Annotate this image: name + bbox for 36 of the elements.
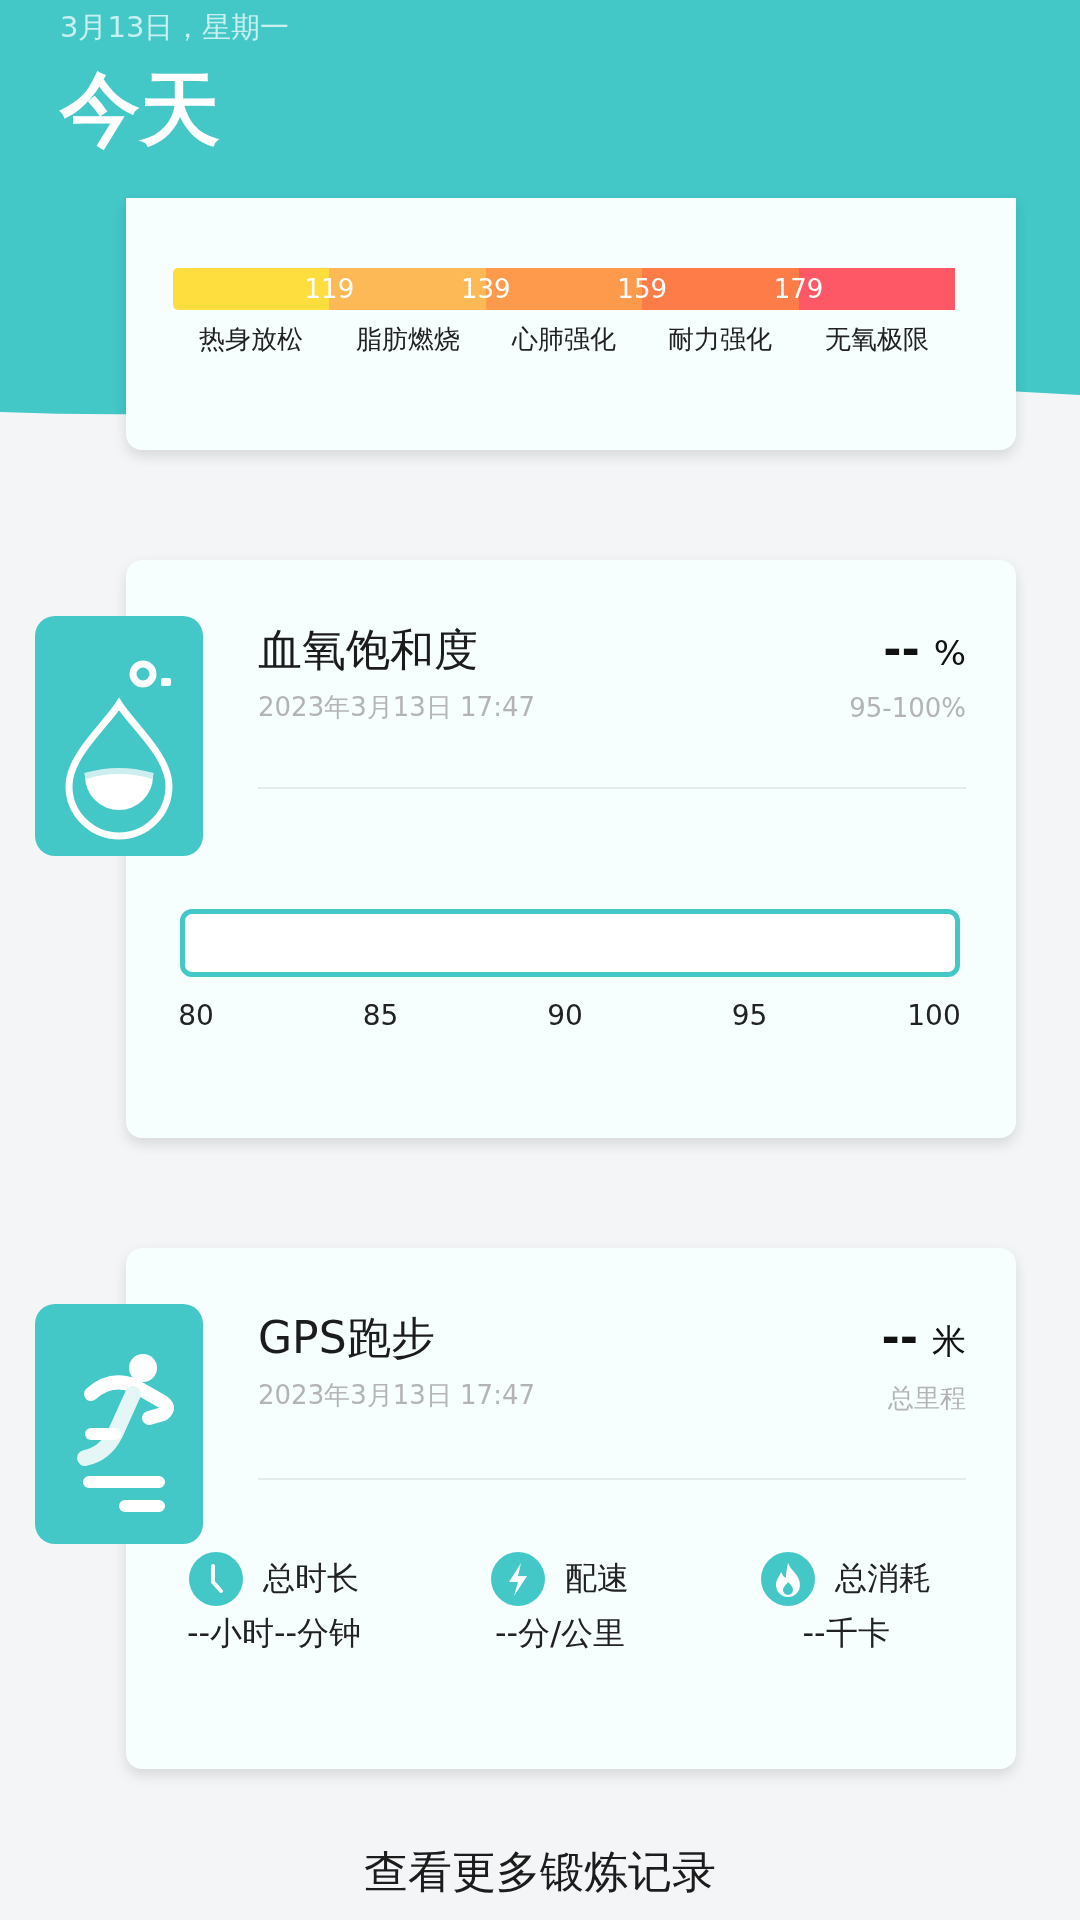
clock-icon [189, 1552, 243, 1606]
threshold-value: 139 [461, 273, 511, 305]
zone-label: 心肺强化 [512, 323, 616, 356]
reading-caption: 总里程 [888, 1382, 966, 1415]
zone-label: 脂肪燃烧 [355, 323, 460, 356]
threshold-value: 119 [304, 273, 355, 305]
scale-label: 85 [361, 999, 400, 1032]
scale-label: 80 [177, 999, 215, 1032]
stat-label: 总消耗 [835, 1558, 931, 1599]
threshold-value: 179 [773, 273, 824, 305]
date-label: 3月13日，星期一 [60, 9, 290, 46]
unit-label: 米 [932, 1320, 966, 1363]
zone-label: 热身放松 [199, 323, 304, 356]
stat-value: --千卡 [802, 1613, 890, 1654]
scale-label: 100 [906, 999, 962, 1032]
timestamp-label: 2023年3月13日 17:47 [258, 691, 535, 724]
more-records-link[interactable]: 查看更多锻炼记录 [364, 1843, 716, 1902]
stat-value: --分/公里 [495, 1613, 625, 1654]
page-title: 今天 [60, 70, 220, 150]
stat-label: 配速 [565, 1558, 629, 1599]
timestamp-label: 2023年3月13日 17:47 [258, 1379, 535, 1412]
card-title: 血氧饱和度 [258, 624, 479, 676]
card-title: GPS跑步 [258, 1312, 436, 1364]
scale-label: 95 [730, 999, 769, 1032]
scale-label: 90 [546, 999, 584, 1032]
reading-caption: 95-100% [849, 693, 966, 723]
reading-value: -- [883, 624, 920, 676]
threshold-value: 159 [617, 273, 667, 305]
unit-label: % [933, 632, 966, 675]
lightning-icon [491, 1552, 545, 1606]
zone-label: 耐力强化 [668, 323, 773, 356]
stat-value: --小时--分钟 [186, 1613, 362, 1654]
stat-label: 总时长 [263, 1558, 359, 1599]
flame-icon [761, 1552, 815, 1606]
zone-label: 无氧极限 [824, 323, 929, 356]
reading-value: -- [881, 1312, 918, 1364]
